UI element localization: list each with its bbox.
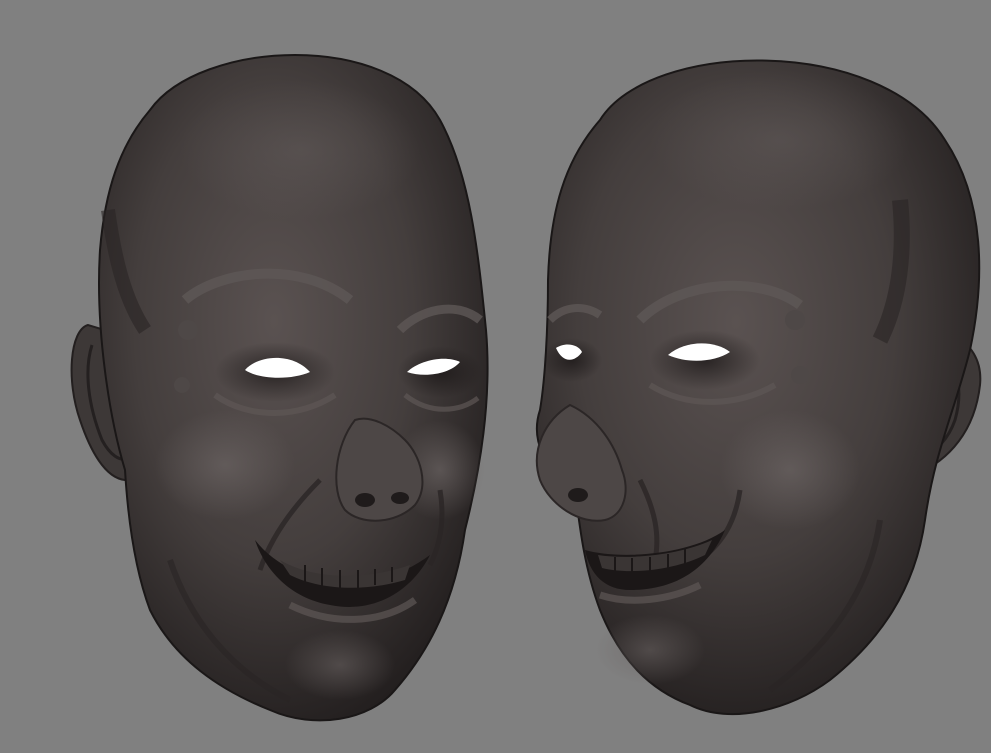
sculpt-head-right[interactable] — [535, 59, 982, 716]
sculpt-head-left[interactable] — [70, 54, 489, 722]
viewport-canvas[interactable] — [0, 0, 991, 753]
3d-viewport[interactable] — [0, 0, 991, 753]
